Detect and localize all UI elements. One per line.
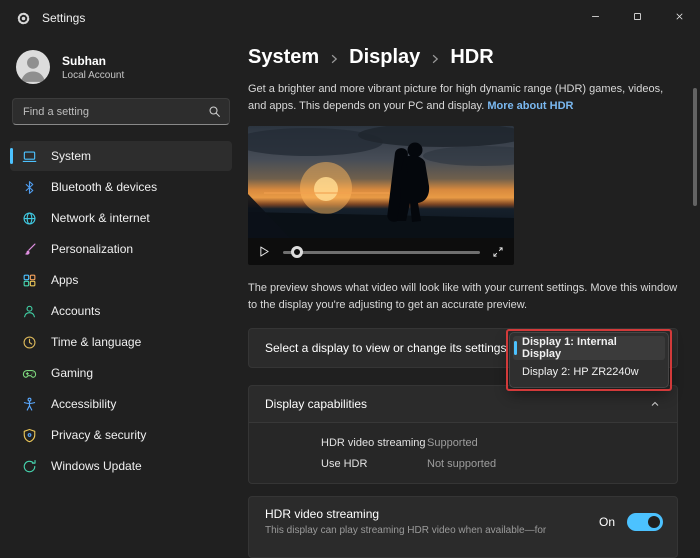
sidebar-item-windows-update[interactable]: Windows Update: [10, 451, 232, 481]
hdr-streaming-toggle-group: On: [599, 513, 663, 531]
user-name: Subhan: [62, 54, 124, 68]
capability-label: Use HDR: [321, 458, 427, 470]
video-preview-frame: [248, 126, 514, 238]
window-title: Settings: [42, 11, 85, 25]
user-account-type: Local Account: [62, 70, 124, 81]
sidebar-item-gaming[interactable]: Gaming: [10, 358, 232, 388]
search-icon[interactable]: [208, 105, 221, 118]
sidebar-item-label: Network & internet: [51, 211, 150, 225]
play-icon[interactable]: [258, 245, 271, 258]
game-controller-icon: [22, 366, 37, 381]
search-input[interactable]: [12, 98, 230, 125]
sidebar-item-privacy-security[interactable]: Privacy & security: [10, 420, 232, 450]
display-selector-label: Select a display to view or change its s…: [265, 341, 506, 355]
hdr-video-preview: [248, 126, 514, 265]
user-account[interactable]: Subhan Local Account: [10, 46, 232, 98]
maximize-button[interactable]: [616, 1, 658, 31]
sidebar: Subhan Local Account System Bluetooth & …: [0, 36, 240, 530]
capability-value: Supported: [427, 437, 478, 449]
description-text: Get a brighter and more vibrant picture …: [248, 83, 663, 112]
scrollbar-thumb[interactable]: [693, 88, 697, 206]
sidebar-item-label: Accounts: [51, 304, 100, 318]
close-button[interactable]: [658, 1, 700, 31]
main-content: System Display HDR Get a brighter and mo…: [240, 36, 700, 530]
search-box: [12, 98, 230, 125]
dropdown-option-display-1[interactable]: Display 1: Internal Display: [513, 336, 665, 360]
chevron-right-icon: [328, 50, 340, 65]
window-controls: [574, 1, 700, 31]
hdr-streaming-description: This display can play streaming HDR vide…: [265, 525, 546, 536]
breadcrumb-system[interactable]: System: [248, 46, 319, 69]
breadcrumb: System Display HDR: [248, 46, 678, 69]
breadcrumb-display[interactable]: Display: [349, 46, 420, 69]
sidebar-item-accessibility[interactable]: Accessibility: [10, 389, 232, 419]
chevron-up-icon[interactable]: [649, 398, 661, 410]
sidebar-item-bluetooth-devices[interactable]: Bluetooth & devices: [10, 172, 232, 202]
capability-label: HDR video streaming: [321, 437, 427, 449]
display-capabilities-card: Display capabilities HDR video streaming…: [248, 385, 678, 484]
preview-note: The preview shows what video will look l…: [248, 280, 678, 313]
sidebar-item-label: Privacy & security: [51, 428, 146, 442]
sidebar-item-apps[interactable]: Apps: [10, 265, 232, 295]
sidebar-nav: System Bluetooth & devices Network & int…: [10, 141, 232, 481]
shield-icon: [22, 428, 37, 443]
settings-gear-icon: [16, 11, 31, 26]
settings-window: Settings Subhan Local Account: [0, 0, 700, 530]
hdr-video-streaming-card: HDR video streaming This display can pla…: [248, 496, 678, 558]
dropdown-option-display-2[interactable]: Display 2: HP ZR2240w: [513, 360, 665, 384]
page-description: Get a brighter and more vibrant picture …: [248, 81, 678, 114]
system-icon: [22, 149, 37, 164]
sidebar-item-label: Time & language: [51, 335, 141, 349]
video-seek-slider[interactable]: [283, 246, 480, 258]
display-dropdown: Display 1: Internal Display Display 2: H…: [509, 332, 669, 388]
hdr-streaming-title: HDR video streaming: [265, 507, 546, 521]
paintbrush-icon: [22, 242, 37, 257]
sidebar-item-system[interactable]: System: [10, 141, 232, 171]
sidebar-item-accounts[interactable]: Accounts: [10, 296, 232, 326]
person-icon: [22, 304, 37, 319]
clock-icon: [22, 335, 37, 350]
breadcrumb-hdr: HDR: [450, 46, 493, 69]
display-capabilities-body: HDR video streaming Supported Use HDR No…: [249, 422, 677, 483]
display-capabilities-title: Display capabilities: [265, 397, 367, 411]
capability-row: HDR video streaming Supported: [321, 432, 661, 453]
sidebar-item-personalization[interactable]: Personalization: [10, 234, 232, 264]
sidebar-item-label: Windows Update: [51, 459, 142, 473]
avatar: [16, 50, 50, 84]
accessibility-person-icon: [22, 397, 37, 412]
titlebar: Settings: [0, 0, 700, 36]
update-refresh-icon: [22, 459, 37, 474]
hdr-streaming-text: HDR video streaming This display can pla…: [265, 507, 546, 536]
sidebar-item-label: Apps: [51, 273, 78, 287]
chevron-right-icon: [429, 50, 441, 65]
apps-grid-icon: [22, 273, 37, 288]
sidebar-item-label: Accessibility: [51, 397, 116, 411]
bluetooth-icon: [22, 180, 37, 195]
fullscreen-icon[interactable]: [492, 246, 504, 258]
slider-thumb[interactable]: [291, 246, 303, 258]
more-about-hdr-link[interactable]: More about HDR: [487, 100, 573, 112]
sidebar-item-network-internet[interactable]: Network & internet: [10, 203, 232, 233]
toggle-state-label: On: [599, 515, 615, 529]
hdr-streaming-toggle[interactable]: [627, 513, 663, 531]
display-selector-card: Select a display to view or change its s…: [248, 328, 678, 368]
video-controls: [248, 238, 514, 265]
globe-icon: [22, 211, 37, 226]
slider-track: [283, 251, 480, 254]
minimize-button[interactable]: [574, 1, 616, 31]
display-capabilities-header[interactable]: Display capabilities: [249, 386, 677, 422]
capability-value: Not supported: [427, 458, 496, 470]
capability-row: Use HDR Not supported: [321, 453, 661, 474]
sidebar-item-label: Personalization: [51, 242, 133, 256]
sidebar-item-label: Bluetooth & devices: [51, 180, 157, 194]
sidebar-item-label: System: [51, 149, 91, 163]
sidebar-item-label: Gaming: [51, 366, 93, 380]
settings-cards: Select a display to view or change its s…: [248, 328, 678, 558]
sidebar-item-time-language[interactable]: Time & language: [10, 327, 232, 357]
